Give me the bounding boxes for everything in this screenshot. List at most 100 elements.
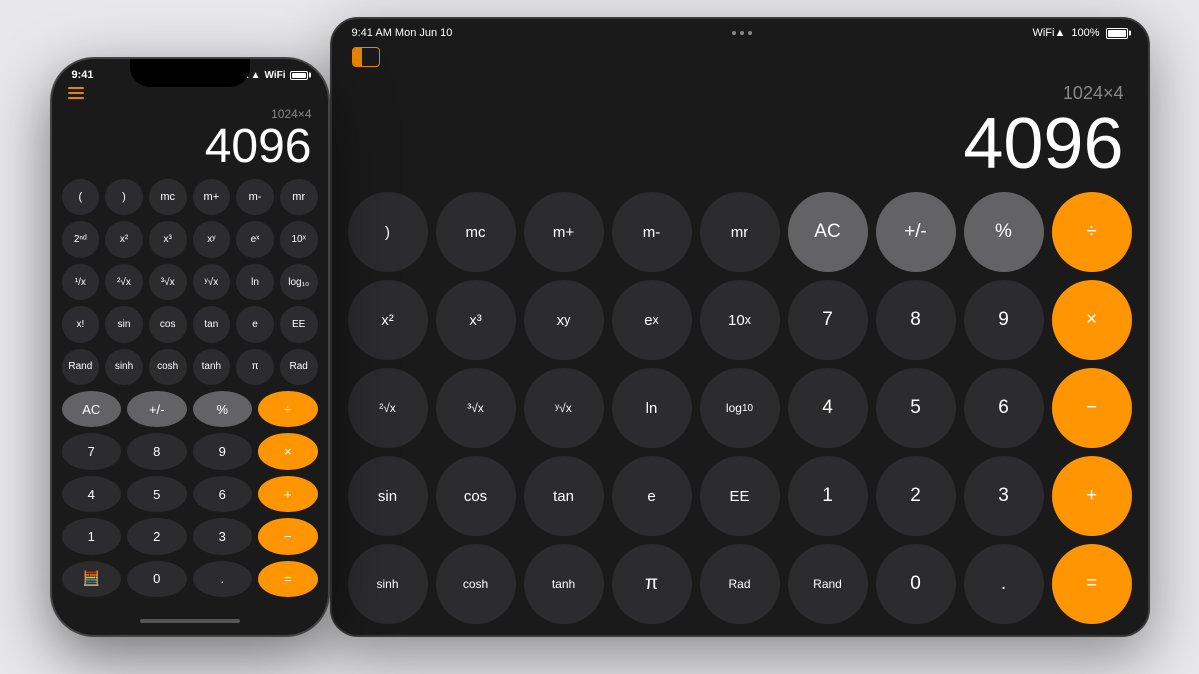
iphone-btn-sqrty[interactable]: ʸ√x — [193, 264, 231, 300]
ipad-btn-0[interactable]: 0 — [876, 544, 956, 624]
ipad-btn-4[interactable]: 4 — [788, 368, 868, 448]
ipad-btn-sin[interactable]: sin — [348, 456, 428, 536]
iphone-btn-6[interactable]: 6 — [193, 476, 253, 512]
ipad-btn-7[interactable]: 7 — [788, 280, 868, 360]
ipad-btn-mplus[interactable]: m+ — [524, 192, 604, 272]
iphone-btn-mr[interactable]: mr — [280, 179, 318, 215]
iphone-btn-sin[interactable]: sin — [105, 306, 143, 342]
iphone-btn-rand[interactable]: Rand — [62, 349, 100, 385]
ipad-btn-3[interactable]: 3 — [964, 456, 1044, 536]
ipad-btn-ee[interactable]: EE — [700, 456, 780, 536]
ipad-btn-divide[interactable]: ÷ — [1052, 192, 1132, 272]
iphone-btn-log10[interactable]: log₁₀ — [280, 264, 318, 300]
iphone-btn-mminus[interactable]: m- — [236, 179, 274, 215]
iphone-btn-tan[interactable]: tan — [193, 306, 231, 342]
iphone-btn-7[interactable]: 7 — [62, 433, 122, 469]
ipad-btn-x2[interactable]: x² — [348, 280, 428, 360]
iphone-btn-divide[interactable]: ÷ — [258, 391, 318, 427]
iphone-btn-equals[interactable]: = — [258, 561, 318, 597]
ipad-btn-sinh[interactable]: sinh — [348, 544, 428, 624]
ipad-btn-xy[interactable]: xy — [524, 280, 604, 360]
ipad-btn-dot[interactable]: . — [964, 544, 1044, 624]
iphone-btn-ex[interactable]: eˣ — [236, 221, 274, 257]
ipad-btn-sqrty[interactable]: ʸ√x — [524, 368, 604, 448]
iphone-btn-ln[interactable]: ln — [236, 264, 274, 300]
ipad-btn-sqrt2[interactable]: ²√x — [348, 368, 428, 448]
iphone-btn-0[interactable]: 0 — [127, 561, 187, 597]
ipad-btn-cos[interactable]: cos — [436, 456, 516, 536]
ipad-btn-1[interactable]: 1 — [788, 456, 868, 536]
ipad-btn-percent[interactable]: % — [964, 192, 1044, 272]
ipad-btn-ac[interactable]: AC — [788, 192, 868, 272]
ipad-btn-ln[interactable]: ln — [612, 368, 692, 448]
iphone-btn-paren-open[interactable]: ( — [62, 179, 100, 215]
ipad-btn-cosh[interactable]: cosh — [436, 544, 516, 624]
ipad-btn-tan[interactable]: tan — [524, 456, 604, 536]
iphone-btn-dot[interactable]: . — [193, 561, 253, 597]
iphone-btn-ee[interactable]: EE — [280, 306, 318, 342]
iphone-btn-ac[interactable]: AC — [62, 391, 122, 427]
iphone-btn-percent[interactable]: % — [193, 391, 253, 427]
ipad-btn-mr[interactable]: mr — [700, 192, 780, 272]
iphone-btn-sinh[interactable]: sinh — [105, 349, 143, 385]
ipad-btn-log10[interactable]: log10 — [700, 368, 780, 448]
ipad-btn-plus[interactable]: + — [1052, 456, 1132, 536]
iphone-btn-sqrt2[interactable]: ²√x — [105, 264, 143, 300]
ipad-btn-ex[interactable]: ex — [612, 280, 692, 360]
ipad-btn-rad[interactable]: Rad — [700, 544, 780, 624]
ipad-btn-5[interactable]: 5 — [876, 368, 956, 448]
iphone-btn-multiply[interactable]: × — [258, 433, 318, 469]
iphone-btn-2[interactable]: 2 — [127, 518, 187, 554]
ipad-btn-plusminus[interactable]: +/- — [876, 192, 956, 272]
iphone-btn-x3[interactable]: x³ — [149, 221, 187, 257]
ipad-btn-pi[interactable]: π — [612, 544, 692, 624]
ipad-btn-equals[interactable]: = — [1052, 544, 1132, 624]
iphone-btn-e[interactable]: e — [236, 306, 274, 342]
iphone-btn-xfact[interactable]: x! — [62, 306, 100, 342]
iphone-btn-pi[interactable]: π — [236, 349, 274, 385]
ipad-btn-8[interactable]: 8 — [876, 280, 956, 360]
iphone-btn-2nd[interactable]: 2ⁿᵈ — [62, 221, 100, 257]
ipad-btn-mminus[interactable]: m- — [612, 192, 692, 272]
iphone-btn-1[interactable]: 1 — [62, 518, 122, 554]
ipad-btn-x3[interactable]: x³ — [436, 280, 516, 360]
ipad-wifi-icon: WiFi▲ — [1032, 27, 1065, 39]
ipad-btn-10x[interactable]: 10x — [700, 280, 780, 360]
ipad-btn-6[interactable]: 6 — [964, 368, 1044, 448]
ipad-btn-minus[interactable]: − — [1052, 368, 1132, 448]
iphone-btn-calc-icon[interactable]: 🧮 — [62, 561, 122, 597]
iphone-btn-8[interactable]: 8 — [127, 433, 187, 469]
iphone-btn-plusminus[interactable]: +/- — [127, 391, 187, 427]
iphone-btn-paren-close[interactable]: ) — [105, 179, 143, 215]
iphone-btn-9[interactable]: 9 — [193, 433, 253, 469]
iphone-btn-rad[interactable]: Rad — [280, 349, 318, 385]
iphone-menu-icon[interactable] — [68, 87, 84, 99]
iphone-btn-plus[interactable]: + — [258, 476, 318, 512]
ipad-btn-multiply[interactable]: × — [1052, 280, 1132, 360]
iphone-device: 9:41 ▲▲▲ WiFi 1024×4 4096 ( ) mc — [50, 57, 330, 637]
iphone-btn-3[interactable]: 3 — [193, 518, 253, 554]
iphone-btn-sqrt3[interactable]: ³√x — [149, 264, 187, 300]
iphone-btn-1x[interactable]: ¹/x — [62, 264, 100, 300]
iphone-btn-x2[interactable]: x² — [105, 221, 143, 257]
ipad-btn-9[interactable]: 9 — [964, 280, 1044, 360]
iphone-btn-mplus[interactable]: m+ — [193, 179, 231, 215]
ipad-btn-mc[interactable]: mc — [436, 192, 516, 272]
iphone-btn-mc[interactable]: mc — [149, 179, 187, 215]
iphone-btn-xy[interactable]: xʸ — [193, 221, 231, 257]
ipad-btn-sqrt3[interactable]: ³√x — [436, 368, 516, 448]
iphone-btn-tanh[interactable]: tanh — [193, 349, 231, 385]
ipad-btn-tanh[interactable]: tanh — [524, 544, 604, 624]
iphone-btn-5[interactable]: 5 — [127, 476, 187, 512]
ipad-btn-paren-close[interactable]: ) — [348, 192, 428, 272]
iphone-btn-4[interactable]: 4 — [62, 476, 122, 512]
iphone-btn-minus[interactable]: − — [258, 518, 318, 554]
iphone-btn-cos[interactable]: cos — [149, 306, 187, 342]
ipad-btn-e[interactable]: e — [612, 456, 692, 536]
iphone-btn-cosh[interactable]: cosh — [149, 349, 187, 385]
iphone-toolbar — [52, 85, 328, 103]
iphone-btn-10x[interactable]: 10ˣ — [280, 221, 318, 257]
ipad-btn-2[interactable]: 2 — [876, 456, 956, 536]
sidebar-toggle-icon[interactable] — [352, 47, 380, 67]
ipad-btn-rand[interactable]: Rand — [788, 544, 868, 624]
